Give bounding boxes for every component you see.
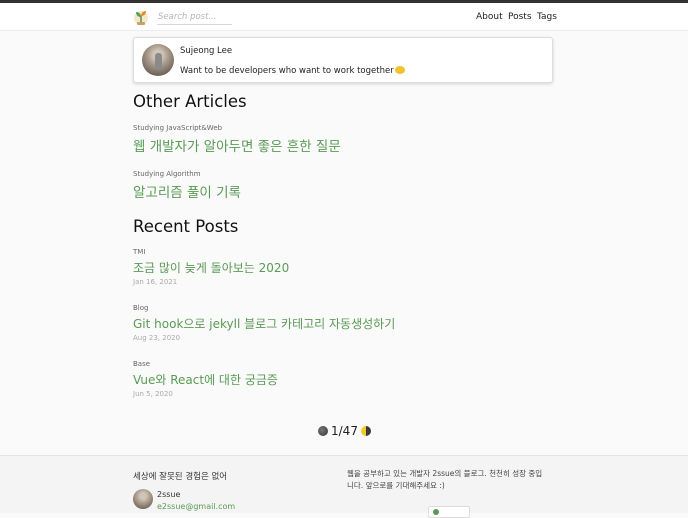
post-category: Base <box>133 360 151 368</box>
site-header: About Posts Tags <box>0 3 688 31</box>
half-moon-icon[interactable] <box>360 426 371 436</box>
article-title-link[interactable]: 알고리즘 풀이 기록 <box>133 181 241 201</box>
post-date: Jun 5, 2020 <box>133 390 173 398</box>
nav-about[interactable]: About <box>476 12 503 22</box>
nav-tags[interactable]: Tags <box>537 12 557 22</box>
avatar <box>142 44 174 76</box>
profile-name: Sujeong Lee <box>180 46 233 56</box>
post-title-link[interactable]: Git hook으로 jekyll 블로그 카테고리 자동생성하기 <box>133 315 395 332</box>
article-category: Studying JavaScript&Web <box>133 124 223 132</box>
site-footer: 세상에 잘못된 경험은 없어 2ssue e2ssue@gmail.com 웹을… <box>0 455 688 518</box>
post-title-link[interactable]: 조금 많이 늦게 돌아보는 2020 <box>133 259 289 276</box>
search-input[interactable] <box>157 9 232 25</box>
profile-card: Sujeong Lee Want to be developers who wa… <box>133 37 553 83</box>
footer-email-link[interactable]: e2ssue@gmail.com <box>157 502 235 511</box>
post-category: Blog <box>133 304 149 312</box>
nav-posts[interactable]: Posts <box>508 12 532 22</box>
footer-name: 2ssue <box>157 490 181 499</box>
other-articles-heading: Other Articles <box>133 92 247 111</box>
footer-title: 세상에 잘못된 경험은 없어 <box>133 472 228 482</box>
post-date: Jan 16, 2021 <box>133 278 178 286</box>
pagination: 1/47 <box>318 424 371 438</box>
post-category: TMI <box>133 248 146 256</box>
footer-description: 웹을 공부하고 있는 개발자 2ssue의 블로그. 천천히 성장 중입니다. … <box>347 469 543 490</box>
post-title-link[interactable]: Vue와 React에 대한 궁금증 <box>133 371 278 388</box>
post-date: Aug 23, 2020 <box>133 334 181 342</box>
recent-posts-heading: Recent Posts <box>133 217 239 236</box>
article-category: Studying Algorithm <box>133 170 201 178</box>
sprout-logo-icon[interactable] <box>133 8 149 26</box>
profile-bio-text: Want to be developers who want to work t… <box>180 66 394 76</box>
hugging-face-icon <box>394 66 405 74</box>
footer-avatar <box>133 489 153 509</box>
page-indicator: 1/47 <box>331 424 358 438</box>
footer-widget[interactable] <box>428 506 470 518</box>
article-title-link[interactable]: 웹 개발자가 알아두면 좋은 흔한 질문 <box>133 135 341 155</box>
new-moon-icon[interactable] <box>318 426 328 436</box>
profile-bio: Want to be developers who want to work t… <box>180 66 405 76</box>
